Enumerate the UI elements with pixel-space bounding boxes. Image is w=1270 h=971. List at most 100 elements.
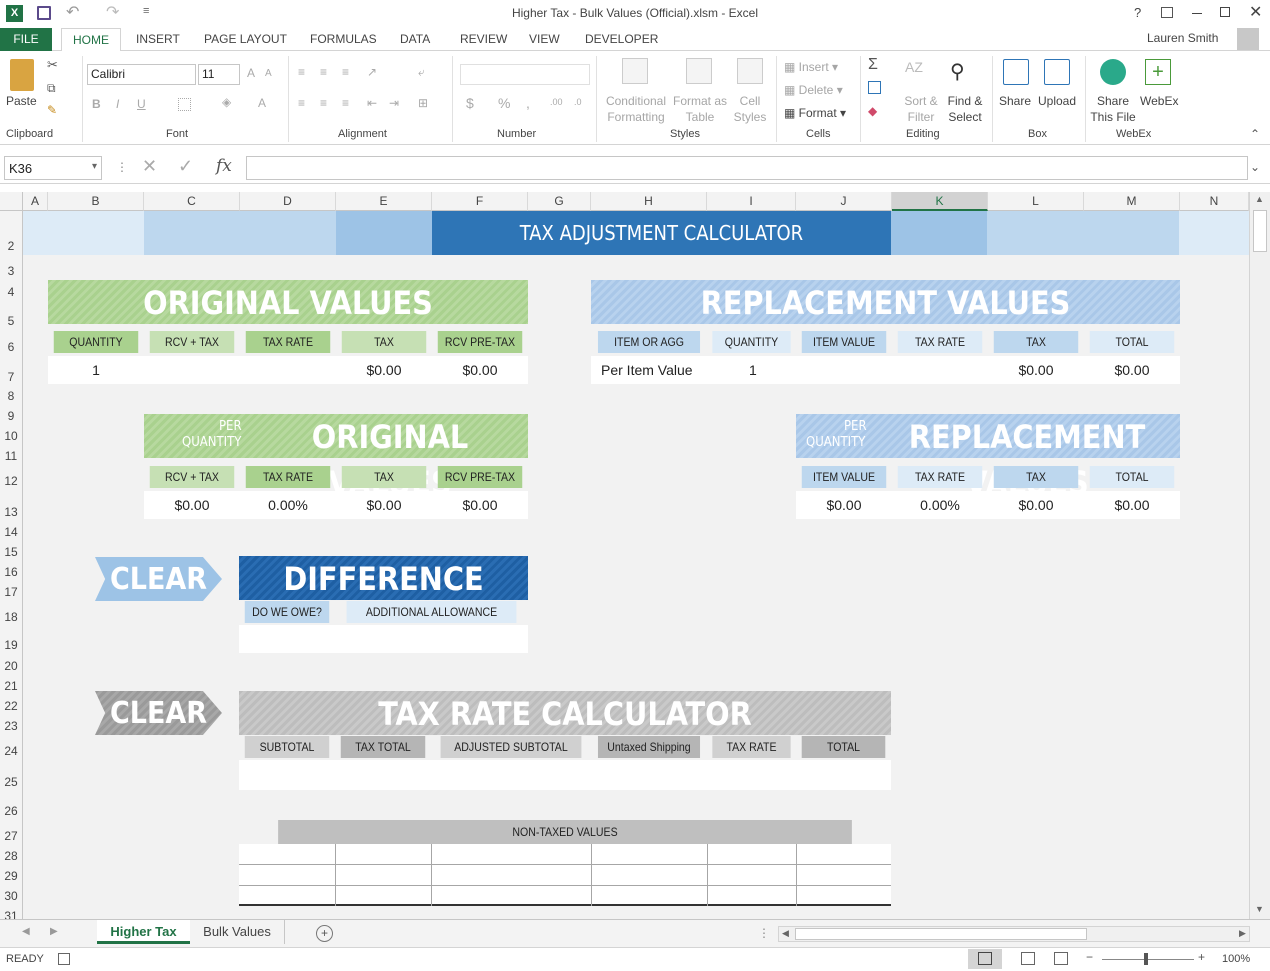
webex-share-icon[interactable]	[1100, 59, 1126, 85]
row-header[interactable]: 27	[0, 826, 23, 846]
new-sheet-icon[interactable]: +	[316, 925, 333, 942]
vertical-scroll-thumb[interactable]	[1253, 210, 1267, 252]
additional-allowance-value[interactable]	[335, 625, 528, 653]
orig-quantity[interactable]: 1	[48, 356, 144, 384]
tab-review[interactable]: REVIEW	[460, 28, 507, 51]
row-header[interactable]: 14	[0, 522, 23, 542]
format-as-table-icon[interactable]	[686, 58, 712, 84]
do-we-owe-value[interactable]	[239, 625, 335, 653]
column-header[interactable]: K	[892, 192, 988, 211]
row-header[interactable]: 10	[0, 426, 23, 446]
collapse-ribbon-icon[interactable]: ⌃	[1250, 127, 1260, 141]
row-header[interactable]: 29	[0, 866, 23, 886]
webex-button[interactable]: WebEx	[1140, 93, 1178, 109]
page-layout-view-icon[interactable]	[1021, 952, 1035, 965]
column-header[interactable]: N	[1180, 192, 1249, 211]
align-left-icon[interactable]: ≡	[298, 96, 305, 110]
conditional-formatting-button[interactable]: Conditional Formatting	[602, 93, 670, 125]
horizontal-scroll-thumb[interactable]	[795, 928, 1087, 940]
cancel-formula-icon[interactable]: ✕	[142, 156, 157, 177]
expand-formula-icon[interactable]: ⌄	[1250, 160, 1260, 174]
row-header[interactable]: 24	[0, 736, 23, 766]
column-header[interactable]: H	[591, 192, 707, 211]
row-header[interactable]: 28	[0, 846, 23, 866]
decrease-indent-icon[interactable]: ⇤	[367, 96, 377, 110]
font-size-box[interactable]: 11	[198, 64, 240, 85]
non-taxed-values-grid[interactable]	[239, 844, 891, 906]
orig-rcv-pretax[interactable]: $0.00	[432, 356, 528, 384]
row-header[interactable]: 2	[0, 211, 23, 255]
repl-total[interactable]: $0.00	[1084, 356, 1180, 384]
formula-options-icon[interactable]: ⋮	[116, 160, 128, 174]
enter-formula-icon[interactable]: ✓	[178, 156, 193, 177]
percent-icon[interactable]: %	[498, 95, 510, 111]
paste-button[interactable]: Paste	[6, 93, 37, 109]
scroll-right-icon[interactable]: ▶	[1239, 928, 1246, 939]
column-header[interactable]: L	[988, 192, 1084, 211]
orig-tax[interactable]: $0.00	[336, 356, 432, 384]
tab-view[interactable]: VIEW	[529, 28, 560, 51]
worksheet[interactable]: TAX ADJUSTMENT CALCULATOR ORIGINAL VALUE…	[23, 211, 1249, 919]
format-painter-icon[interactable]: ✎	[47, 103, 57, 117]
italic-button[interactable]: I	[116, 97, 119, 111]
row-header[interactable]: 23	[0, 716, 23, 736]
row-header[interactable]: 6	[0, 332, 23, 358]
row-header[interactable]: 7	[0, 358, 23, 386]
merge-center-icon[interactable]: ⊞	[418, 96, 428, 110]
clear-difference-button[interactable]: CLEAR	[95, 557, 222, 601]
tab-data[interactable]: DATA	[400, 28, 430, 51]
share-this-file-button[interactable]: Share This File	[1088, 93, 1138, 125]
copy-icon[interactable]: ⧉	[47, 81, 56, 96]
insert-cells-button[interactable]: ▦ Insert ▾	[784, 59, 838, 75]
repl-tax-rate[interactable]	[892, 356, 988, 384]
repl-tax[interactable]: $0.00	[988, 356, 1084, 384]
align-middle-icon[interactable]: ≡	[320, 65, 327, 79]
box-upload-button[interactable]: Upload	[1038, 93, 1076, 109]
perq-repl-value[interactable]: $0.00	[796, 491, 892, 519]
next-sheet-icon[interactable]: ▶	[50, 926, 58, 937]
perq-orig-value[interactable]: $0.00	[336, 491, 432, 519]
perq-repl-value[interactable]: $0.00	[988, 491, 1084, 519]
column-header[interactable]: B	[48, 192, 144, 211]
orientation-icon[interactable]: ↗	[367, 65, 377, 79]
perq-repl-value[interactable]: $0.00	[1084, 491, 1180, 519]
row-header[interactable]: 31	[0, 906, 23, 919]
font-name-box[interactable]: Calibri	[87, 64, 196, 85]
increase-decimal-icon[interactable]: .00	[550, 97, 563, 107]
sheet-tab-bulk-values[interactable]: Bulk Values	[190, 920, 285, 944]
row-header[interactable]: 5	[0, 302, 23, 332]
row-header[interactable]: 17	[0, 582, 23, 602]
find-select-button[interactable]: Find & Select	[944, 93, 986, 125]
close-icon[interactable]: ✕	[1249, 2, 1262, 22]
cell-styles-icon[interactable]	[737, 58, 763, 84]
column-header[interactable]: I	[707, 192, 796, 211]
box-share-icon[interactable]	[1003, 59, 1029, 85]
prev-sheet-icon[interactable]: ◀	[22, 926, 30, 937]
align-bottom-icon[interactable]: ≡	[342, 65, 349, 79]
perq-orig-value[interactable]: $0.00	[144, 491, 240, 519]
orig-tax-rate[interactable]	[240, 356, 336, 384]
sort-filter-button[interactable]: Sort & Filter	[902, 93, 940, 125]
ribbon-display-icon[interactable]	[1161, 7, 1173, 18]
align-right-icon[interactable]: ≡	[342, 96, 349, 110]
zoom-slider[interactable]	[1102, 959, 1194, 960]
row-header[interactable]: 16	[0, 562, 23, 582]
tab-page-layout[interactable]: PAGE LAYOUT	[204, 28, 287, 51]
underline-button[interactable]: U	[137, 97, 146, 111]
row-header[interactable]: 20	[0, 656, 23, 676]
column-header[interactable]: C	[144, 192, 240, 211]
row-header[interactable]: 25	[0, 766, 23, 796]
decrease-decimal-icon[interactable]: .0	[574, 97, 582, 107]
binoculars-icon[interactable]: ⚲	[950, 59, 965, 84]
autosum-icon[interactable]: Σ	[868, 56, 878, 74]
scroll-left-icon[interactable]: ◀	[782, 928, 789, 939]
redo-icon[interactable]: ↷	[106, 2, 119, 22]
row-header[interactable]: 11	[0, 446, 23, 466]
row-header[interactable]: 19	[0, 630, 23, 656]
maximize-icon[interactable]	[1220, 7, 1230, 17]
taxrate-values-row[interactable]	[239, 760, 891, 790]
column-header[interactable]: F	[432, 192, 528, 211]
grow-font-icon[interactable]: A	[247, 66, 255, 80]
webex-icon[interactable]: +	[1145, 59, 1171, 85]
clear-tax-rate-button[interactable]: CLEAR	[95, 691, 222, 735]
